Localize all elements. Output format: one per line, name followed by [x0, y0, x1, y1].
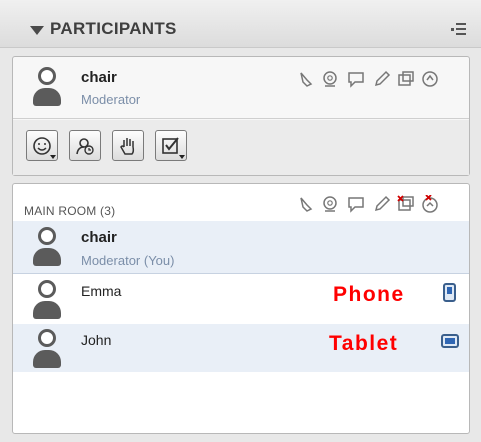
share-disabled-icon: [397, 195, 415, 213]
my-user-row: chair Moderator: [13, 57, 469, 119]
raise-hand-icon: [297, 195, 315, 213]
participant-row-chair[interactable]: chair Moderator (You): [13, 221, 469, 274]
my-role: Moderator: [81, 92, 141, 107]
participants-panel: PARTICIPANTS chair Moderator MAIN ROOM (…: [0, 0, 481, 442]
raise-hand-icon: [297, 70, 315, 88]
webcam-icon: [321, 70, 339, 88]
avatar: [33, 227, 61, 267]
avatar: [33, 280, 61, 320]
set-status-button[interactable]: [26, 130, 58, 161]
avatar: [33, 329, 61, 369]
main-room-panel: MAIN ROOM (3) chair Moderator (You) Emma…: [12, 183, 470, 434]
my-status-icons: [297, 70, 462, 90]
panel-title: PARTICIPANTS: [50, 19, 177, 38]
chat-icon: [347, 70, 365, 88]
my-name: chair: [81, 69, 117, 86]
participant-role: Moderator (You): [81, 253, 175, 268]
pencil-icon: [373, 70, 391, 88]
tablet-icon: [441, 334, 459, 348]
raise-hand-button[interactable]: [112, 130, 144, 161]
phone-icon: [443, 283, 456, 302]
device-label: Phone: [333, 283, 405, 306]
panel-menu-icon[interactable]: [451, 23, 467, 37]
webcam-icon: [321, 195, 339, 213]
share-icon: [397, 70, 415, 88]
avatar: [33, 67, 61, 107]
device-label: Tablet: [329, 332, 399, 355]
participant-name: John: [81, 332, 112, 348]
pencil-icon: [373, 195, 391, 213]
collapse-arrow-icon[interactable]: [30, 26, 44, 35]
my-status-box: chair Moderator: [12, 56, 470, 176]
my-toolbar: [13, 120, 469, 175]
task-button[interactable]: [155, 130, 187, 161]
participant-row-john[interactable]: John Tablet: [13, 324, 469, 372]
audio-disabled-icon: [421, 194, 439, 213]
room-status-icons: [297, 194, 462, 215]
room-title: MAIN ROOM (3): [24, 204, 116, 218]
change-role-button[interactable]: [69, 130, 101, 161]
participant-name: Emma: [81, 283, 122, 299]
panel-header[interactable]: PARTICIPANTS: [0, 0, 481, 48]
participant-row-emma[interactable]: Emma Phone: [13, 275, 469, 323]
participant-name: chair: [81, 229, 117, 246]
audio-icon: [421, 70, 439, 88]
chat-icon: [347, 195, 365, 213]
